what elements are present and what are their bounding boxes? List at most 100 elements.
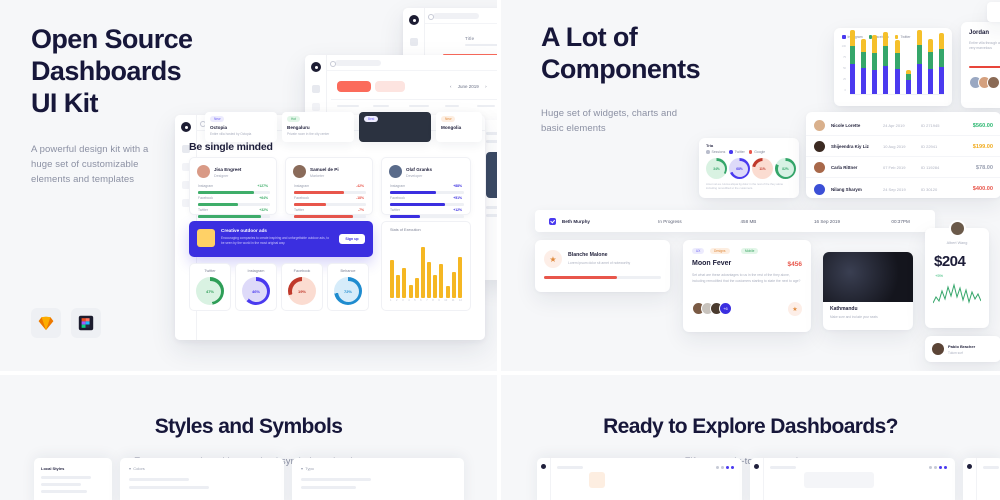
table-row[interactable]: Nilang Sharym 24 Sep 2019 ID 30120 $400.… (806, 179, 1000, 199)
text-line (301, 486, 356, 489)
tria-donut-card[interactable]: Tria Sessions Twitter Google 34% 68% 11%… (699, 138, 799, 198)
secondary-button[interactable] (375, 81, 405, 92)
styles-mockup-strip: Local Styles ▾ Colors ▾ Typo (0, 458, 497, 500)
sketch-logo-tile[interactable] (31, 308, 61, 338)
typography-panel[interactable]: ▾ Typo (292, 458, 464, 500)
pagination-dots[interactable] (929, 466, 947, 469)
metric-donut-card[interactable]: Instagram 46% (235, 263, 277, 311)
bar (439, 264, 444, 298)
listing-card[interactable]: New Octopia Entire villa hosted by Octop… (205, 112, 277, 142)
user-stat-card[interactable]: Samuel de Pi Marketer Instagram -42% Fac… (285, 157, 373, 218)
transactions-card[interactable]: Nicole Lorette 24 Apr 2019 ID 271945 $56… (806, 112, 1000, 198)
y-tick: 0 (844, 89, 846, 92)
metric-donut-card[interactable]: Twitter 47% (189, 263, 231, 311)
promo-button[interactable]: Sign up (339, 234, 365, 244)
user-stat-card[interactable]: Olaf Granks Developer Instagram +88% Fac… (381, 157, 471, 218)
local-styles-panel[interactable]: Local Styles (34, 458, 112, 500)
app-logo-icon (409, 15, 419, 25)
app-logo-icon (541, 464, 546, 469)
components-title-line-2: Components (541, 53, 701, 84)
listing-card[interactable]: Hot Bengaluru Private room in the city c… (282, 112, 354, 142)
promo-banner[interactable]: Creative outdoor ads Encouraging compani… (189, 221, 373, 257)
table-row[interactable]: Nicole Lorette 24 Apr 2019 ID 271945 $56… (806, 116, 1000, 136)
templates-mockup-strip (501, 458, 1000, 500)
listing-card[interactable]: New Mongolia (436, 112, 482, 142)
bar (402, 267, 407, 298)
card-title: Mongolia (441, 125, 462, 130)
search-input[interactable] (330, 60, 381, 67)
tria-title: Tria (706, 143, 714, 148)
donut-label: Facebook (293, 269, 311, 273)
jordan-card-body: Entire villa through and boarding a very… (969, 41, 1000, 51)
table-row[interactable]: Shijeendra Kiy Liz 10 Aug 2019 ID 22941 … (806, 137, 1000, 157)
avatar-stack[interactable] (969, 76, 1000, 89)
blanche-card[interactable]: ★ Blanche Malone Lorem ipsum dolor sit a… (535, 240, 670, 292)
idea-icon: ★ (544, 250, 562, 268)
listing-card-photo[interactable]: Best (359, 112, 431, 142)
primary-button[interactable] (337, 81, 371, 92)
progress-track (198, 215, 270, 218)
template-preview[interactable] (963, 458, 1000, 500)
avatar-stack[interactable]: +6 (692, 302, 732, 315)
date-picker[interactable]: ‹ June 2019 › (450, 84, 487, 89)
stat-label: Twitter (390, 208, 400, 212)
date-prev-icon[interactable]: ‹ (450, 84, 452, 89)
table-row[interactable]: Carla Rittner 07 Feb 2019 ID 119284 $78.… (806, 158, 1000, 178)
bar (433, 274, 438, 298)
user-icon (312, 85, 320, 93)
card-title: Bengaluru (287, 125, 310, 130)
metric-donut-card[interactable]: Behance 72% (327, 263, 369, 311)
task-row[interactable]: Beth Murphy In Progress 458 MB 16 Sep 20… (535, 210, 935, 232)
stat-label: Facebook (294, 196, 309, 200)
x-tick: 6 (420, 299, 422, 302)
avatar (389, 165, 402, 178)
moon-fever-title: Moon Fever (692, 260, 732, 267)
components-subtitle: Huge set of widgets, charts and basic el… (541, 107, 678, 135)
form-field-label: Title (465, 36, 475, 41)
mockup-main-dashboard[interactable]: Be single minded Jisa Engreet Designer I… (175, 115, 485, 340)
user-role: Developer (406, 174, 423, 178)
divider-accent (969, 66, 1000, 68)
progress-track (544, 276, 661, 279)
colors-panel[interactable]: ▾ Colors (120, 458, 284, 500)
pablo-card[interactable]: Pablo Bracher Tulum surf (925, 336, 1000, 362)
kathmandu-card[interactable]: Kathmandu Make sure and include your sea… (823, 252, 913, 330)
tag-designs[interactable]: Designs (710, 248, 730, 254)
avatar (197, 165, 210, 178)
donut-chart: 19% (288, 277, 316, 305)
stat-label: Facebook (198, 196, 213, 200)
x-tick: 11 (451, 299, 455, 302)
metric-donut-card[interactable]: Facebook 19% (281, 263, 323, 311)
donut-value: 46% (245, 280, 267, 302)
task-checkbox[interactable] (549, 217, 556, 225)
avatar-overflow-count[interactable]: +6 (719, 302, 732, 315)
figma-logo-tile[interactable] (71, 308, 101, 338)
attachment-icon[interactable]: ★ (788, 302, 802, 316)
pagination-dots[interactable] (716, 466, 734, 469)
transaction-amount: $78.00 (975, 164, 993, 171)
moon-fever-card[interactable]: UX Designs Mobile Moon Fever $456 Set wh… (683, 240, 811, 332)
donut-chart: 47% (196, 277, 224, 305)
bar-chart-card[interactable]: Stats of Execution 1 2 3 4 5 6 7 8 9 10 … (381, 221, 471, 311)
jordan-card[interactable]: Jordan Entire villa through and boarding… (961, 22, 1000, 108)
mockup-sidebar (963, 458, 977, 500)
task-date: 16 Sep 2019 (813, 218, 840, 224)
user-stat-card[interactable]: Jisa Engreet Designer Instagram +127% Fa… (189, 157, 277, 218)
tag-ux[interactable]: UX (692, 248, 705, 254)
revenue-card[interactable]: Albert Wang $204 +5% (925, 220, 989, 328)
avatar[interactable] (987, 76, 1000, 89)
template-preview[interactable] (537, 458, 742, 500)
donut-chart: 72% (334, 277, 362, 305)
promo-body: Encouraging companies to create inspirin… (221, 236, 330, 245)
stat-value: +51% (453, 196, 462, 200)
x-tick: 7 (426, 299, 428, 302)
avatar (814, 120, 825, 131)
text-line (486, 132, 497, 135)
stacked-bar-chart-card[interactable]: Instagram Facebook Twitter 100 75 50 25 … (834, 28, 952, 106)
date-next-icon[interactable]: › (485, 84, 487, 89)
tag-mobile[interactable]: Mobile (741, 248, 759, 254)
mockup-sliver (987, 2, 1000, 22)
kathmandu-title: Kathmandu (830, 306, 858, 312)
template-preview[interactable] (750, 458, 955, 500)
search-input[interactable] (428, 13, 479, 20)
